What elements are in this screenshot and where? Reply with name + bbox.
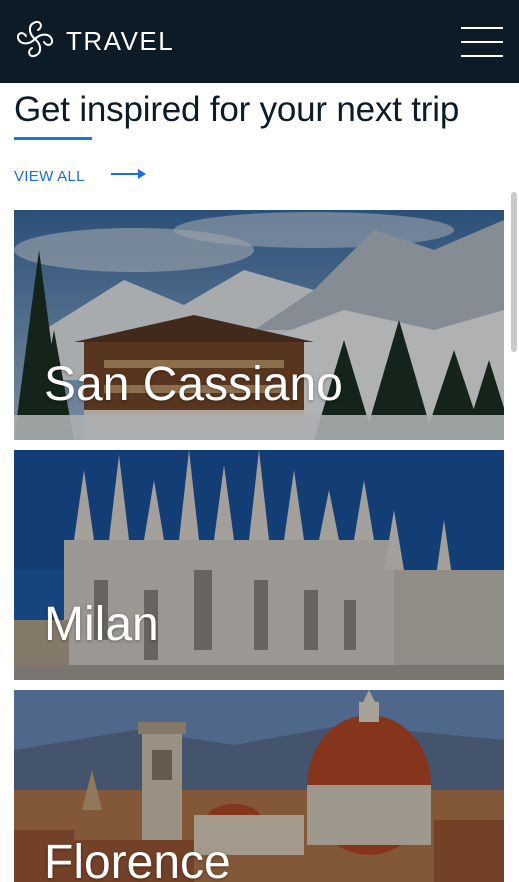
destination-card-milan[interactable]: Milan <box>14 450 504 680</box>
destination-card-san-cassiano[interactable]: San Cassiano <box>14 210 504 440</box>
scrollbar-thumb[interactable] <box>511 192 517 352</box>
section-title: Get inspired for your next trip <box>14 90 460 129</box>
hamburger-menu-icon[interactable] <box>461 26 503 57</box>
title-underline <box>14 137 92 140</box>
destination-name: Florence <box>44 836 231 882</box>
arrow-right-icon <box>110 167 147 185</box>
view-all-link[interactable]: VIEW ALL <box>14 167 147 185</box>
view-all-label: VIEW ALL <box>14 167 85 185</box>
destination-name: Milan <box>44 598 159 651</box>
destination-name: San Cassiano <box>44 358 343 411</box>
brand-home-link[interactable]: TRAVEL <box>14 18 174 65</box>
destination-card-florence[interactable]: Florence <box>14 690 504 882</box>
brand-name: TRAVEL <box>66 26 175 56</box>
top-navigation-bar: TRAVEL <box>0 0 519 83</box>
pinwheel-logo-icon <box>14 18 56 65</box>
